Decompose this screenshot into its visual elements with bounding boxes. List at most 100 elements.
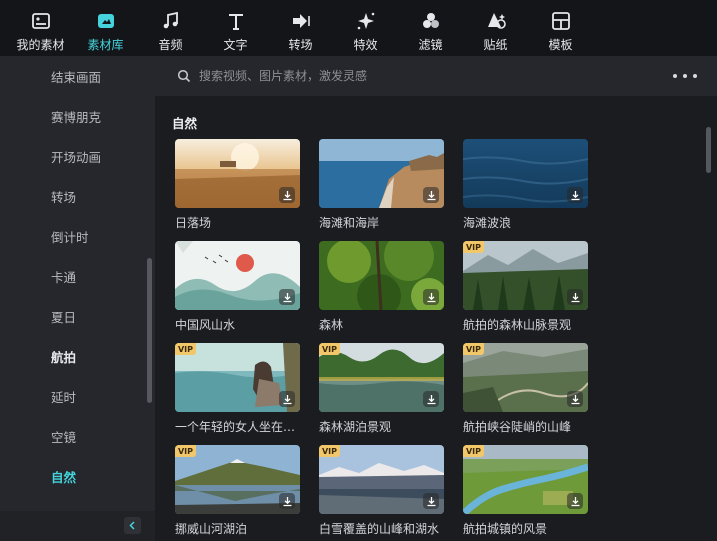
media-card[interactable]: 海滩波浪 [463, 139, 588, 241]
media-card[interactable]: 森林 [319, 241, 444, 343]
download-button[interactable] [567, 391, 583, 407]
sidebar-item-cartoon[interactable]: 卡通 [0, 256, 155, 296]
media-card-label: 白雪覆盖的山峰和湖水 [319, 522, 440, 536]
toolbar-transition[interactable]: 转场 [268, 0, 333, 56]
download-button[interactable] [279, 289, 295, 305]
media-card-label: 森林湖泊景观 [319, 420, 392, 434]
media-card-label: 中国风山水 [175, 318, 236, 332]
vip-badge: VIP [463, 343, 484, 355]
more-options-button[interactable] [673, 68, 697, 84]
media-thumbnail: VIP [463, 445, 588, 514]
vip-badge: VIP [175, 445, 196, 457]
sidebar-item-end-screen[interactable]: 结束画面 [0, 56, 155, 96]
app-window: 我的素材 素材库 音频 文字 转场 特效 滤镜 贴纸 模板 结束画面 赛博朋克 … [0, 0, 717, 541]
toolbar-effects[interactable]: 特效 [333, 0, 398, 56]
media-card[interactable]: 中国风山水 [175, 241, 300, 343]
sidebar-item-summer[interactable]: 夏日 [0, 296, 155, 336]
search-bar [155, 56, 717, 96]
template-grid-icon [551, 12, 570, 30]
media-card-label: 一个年轻的女人坐在… [175, 420, 296, 434]
music-note-icon [163, 11, 178, 29]
media-content-area: 自然 日落场 海滩和海岸 海滩波浪 中国风山水 森林 VIP 航拍的森林山脉景观… [155, 96, 717, 541]
toolbar-stock-media[interactable]: 素材库 [73, 0, 138, 56]
search-input[interactable] [199, 66, 659, 86]
download-icon [427, 190, 435, 200]
media-card-label: 航拍城镇的风景 [463, 522, 548, 536]
toolbar-my-media[interactable]: 我的素材 [8, 0, 73, 56]
toolbar-label: 文字 [223, 38, 248, 52]
toolbar-templates[interactable]: 模板 [528, 0, 593, 56]
media-grid: 日落场 海滩和海岸 海滩波浪 中国风山水 森林 VIP 航拍的森林山脉景观 VI… [175, 139, 588, 541]
media-card-label: 航拍峡谷陡峭的山峰 [463, 420, 572, 434]
toolbar-text[interactable]: 文字 [203, 0, 268, 56]
vip-badge: VIP [175, 343, 196, 355]
download-icon [427, 496, 435, 506]
media-thumbnail: VIP [319, 445, 444, 514]
download-icon [571, 496, 579, 506]
media-card[interactable]: 日落场 [175, 139, 300, 241]
media-card[interactable]: VIP 一个年轻的女人坐在… [175, 343, 300, 445]
vip-badge: VIP [463, 445, 484, 457]
media-card-label: 日落场 [175, 216, 212, 230]
sidebar-item-intro-animation[interactable]: 开场动画 [0, 136, 155, 176]
download-button[interactable] [423, 391, 439, 407]
download-icon [571, 190, 579, 200]
sidebar-item-aerial[interactable]: 航拍 [0, 336, 155, 376]
download-button[interactable] [423, 187, 439, 203]
media-card-label: 森林 [319, 318, 344, 332]
sidebar-item-cyberpunk[interactable]: 赛博朋克 [0, 96, 155, 136]
media-card[interactable]: VIP 挪威山河湖泊 [175, 445, 300, 541]
section-title: 自然 [172, 116, 198, 131]
media-card[interactable]: VIP 白雪覆盖的山峰和湖水 [319, 445, 444, 541]
download-button[interactable] [567, 187, 583, 203]
download-icon [427, 292, 435, 302]
toolbar-label: 滤镜 [418, 38, 443, 52]
sidebar-item-empty-shots[interactable]: 空镜 [0, 416, 155, 456]
sidebar-item-timelapse[interactable]: 延时 [0, 376, 155, 416]
media-card[interactable]: VIP 航拍峡谷陡峭的山峰 [463, 343, 588, 445]
media-card[interactable]: VIP 航拍的森林山脉景观 [463, 241, 588, 343]
media-thumbnail: VIP [463, 241, 588, 310]
sidebar-item-transition[interactable]: 转场 [0, 176, 155, 216]
media-thumbnail [175, 139, 300, 208]
collapse-sidebar-button[interactable] [124, 517, 141, 534]
download-button[interactable] [279, 187, 295, 203]
download-icon [571, 394, 579, 404]
media-thumbnail: VIP [175, 445, 300, 514]
download-button[interactable] [423, 289, 439, 305]
download-icon [571, 292, 579, 302]
transition-icon [292, 14, 310, 28]
media-card[interactable]: VIP 航拍城镇的风景 [463, 445, 588, 541]
toolbar-label: 模板 [548, 38, 573, 52]
download-icon [283, 190, 291, 200]
text-icon [228, 14, 243, 30]
filter-circles-icon [422, 13, 439, 28]
toolbar-audio[interactable]: 音频 [138, 0, 203, 56]
download-icon [427, 394, 435, 404]
toolbar-stickers[interactable]: 贴纸 [463, 0, 528, 56]
media-thumbnail: VIP [319, 343, 444, 412]
media-card[interactable]: VIP 森林湖泊景观 [319, 343, 444, 445]
media-thumbnail [319, 241, 444, 310]
content-scrollbar[interactable] [706, 127, 711, 173]
download-button[interactable] [567, 289, 583, 305]
toolbar-label: 音频 [158, 38, 183, 52]
category-sidebar: 结束画面 赛博朋克 开场动画 转场 倒计时 卡通 夏日 航拍 延时 空镜 自然 [0, 56, 155, 541]
sparkle-effects-icon [357, 12, 374, 30]
sidebar-item-countdown[interactable]: 倒计时 [0, 216, 155, 256]
media-thumbnail [463, 139, 588, 208]
sidebar-item-nature[interactable]: 自然 [0, 456, 155, 496]
media-card-label: 航拍的森林山脉景观 [463, 318, 572, 332]
search-icon [177, 69, 191, 83]
sticker-icon [487, 13, 506, 29]
download-button[interactable] [567, 493, 583, 509]
media-card-label: 挪威山河湖泊 [175, 522, 248, 536]
download-button[interactable] [279, 493, 295, 509]
media-card[interactable]: 海滩和海岸 [319, 139, 444, 241]
toolbar-label: 转场 [288, 38, 313, 52]
toolbar-filters[interactable]: 滤镜 [398, 0, 463, 56]
download-button[interactable] [423, 493, 439, 509]
download-icon [283, 394, 291, 404]
download-button[interactable] [279, 391, 295, 407]
sidebar-scrollbar[interactable] [147, 258, 152, 403]
